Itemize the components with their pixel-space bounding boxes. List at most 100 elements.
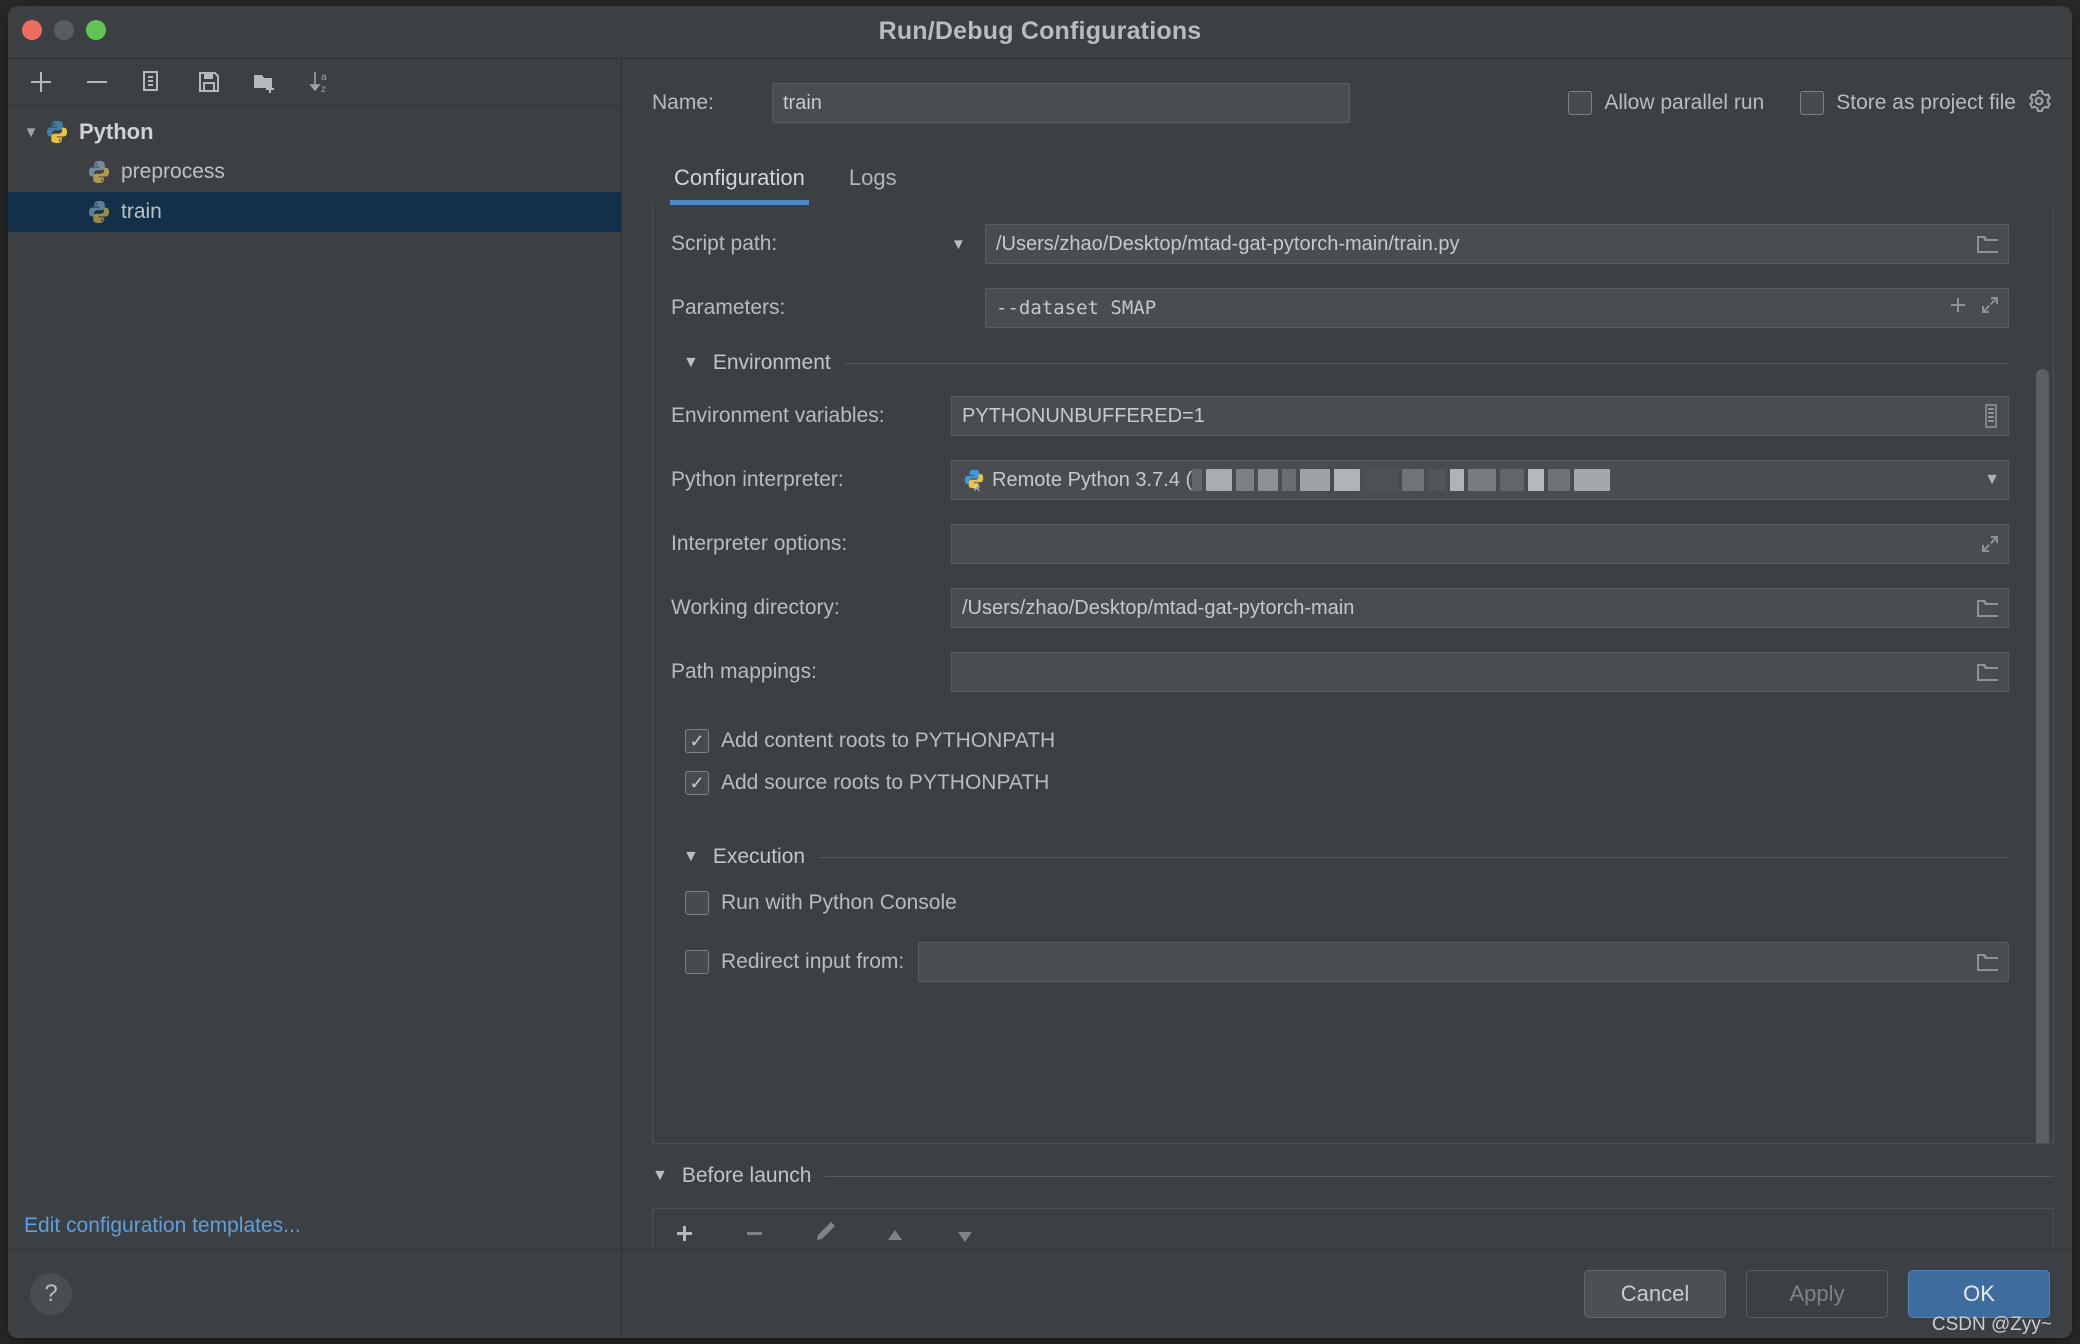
- checkbox-box: [685, 729, 709, 753]
- allow-parallel-run-checkbox[interactable]: Allow parallel run: [1568, 91, 1764, 115]
- script-path-mode-dropdown[interactable]: ▼: [951, 236, 985, 253]
- ok-button[interactable]: OK: [1908, 1270, 2050, 1318]
- redirect-input-from-row: Redirect input from:: [685, 942, 2009, 982]
- before-launch-add-button[interactable]: [671, 1218, 699, 1249]
- interpreter-options-input[interactable]: [951, 524, 2009, 564]
- run-with-python-console-checkbox[interactable]: Run with Python Console: [685, 891, 957, 915]
- script-path-label: Script path:: [671, 232, 778, 255]
- tree-node-train[interactable]: train: [8, 192, 621, 232]
- redirect-input-from-label: Redirect input from:: [721, 950, 905, 973]
- apply-button[interactable]: Apply: [1746, 1270, 1888, 1318]
- save-configuration-button[interactable]: [192, 65, 226, 99]
- svg-text:R: R: [974, 483, 980, 492]
- configurations-panel: a z ▼ Python preprocess train Edit confi…: [8, 59, 622, 1338]
- section-divider: [844, 362, 2009, 364]
- parameters-input[interactable]: --dataset SMAP: [985, 288, 2009, 328]
- remote-python-icon: R: [964, 469, 984, 492]
- title-bar: Run/Debug Configurations: [8, 6, 2072, 59]
- environment-variables-row: Environment variables: PYTHONUNBUFFERED=…: [671, 395, 2009, 437]
- chevron-down-icon[interactable]: ▼: [18, 124, 44, 141]
- name-row: Name: train Allow parallel run Store as …: [622, 59, 2072, 147]
- sort-az-button[interactable]: a z: [304, 65, 338, 99]
- working-directory-label: Working directory:: [671, 596, 840, 619]
- add-configuration-button[interactable]: [24, 65, 58, 99]
- before-launch-toolbar: [652, 1208, 2054, 1249]
- edit-environment-variables-icon[interactable]: [1982, 404, 2000, 428]
- edit-configuration-templates-link[interactable]: Edit configuration templates...: [8, 1203, 621, 1249]
- path-mappings-row: Path mappings:: [671, 651, 2009, 693]
- chevron-down-icon[interactable]: ▼: [683, 848, 699, 866]
- configuration-scrollbar[interactable]: [2033, 355, 2051, 1143]
- python-icon: [47, 121, 67, 143]
- before-launch-header[interactable]: ▼ Before launch: [652, 1164, 2054, 1188]
- checkbox-box: [685, 891, 709, 915]
- python-interpreter-dropdown[interactable]: R Remote Python 3.7.4 (▼: [951, 460, 2009, 500]
- checkbox-box: [685, 771, 709, 795]
- redirect-input-from-input[interactable]: [918, 942, 2009, 982]
- browse-folder-icon[interactable]: [1976, 951, 2000, 973]
- path-mappings-input[interactable]: [951, 652, 2009, 692]
- section-divider: [825, 1175, 2054, 1177]
- before-launch-edit-button[interactable]: [811, 1218, 839, 1249]
- before-launch-title: Before launch: [681, 1164, 812, 1187]
- parameters-value: --dataset SMAP: [996, 297, 1157, 319]
- browse-folder-icon[interactable]: [1976, 233, 2000, 255]
- tree-node-label: train: [121, 200, 162, 223]
- parameters-label: Parameters:: [671, 296, 786, 319]
- add-source-roots-row: Add source roots to PYTHONPATH: [685, 771, 2009, 795]
- configuration-scroll-area: Script path: ▼ /Users/zhao/Desktop/mtad-…: [652, 205, 2054, 1144]
- browse-folder-icon[interactable]: [1976, 597, 2000, 619]
- tab-logs[interactable]: Logs: [827, 165, 919, 205]
- name-label: Name:: [652, 91, 714, 114]
- tab-configuration[interactable]: Configuration: [652, 165, 827, 205]
- scrollbar-thumb[interactable]: [2036, 369, 2049, 1143]
- browse-folder-icon[interactable]: [1976, 661, 2000, 683]
- expand-editor-icon[interactable]: [1980, 534, 2000, 554]
- interpreter-options-label: Interpreter options:: [671, 532, 848, 555]
- chevron-down-icon[interactable]: ▼: [652, 1167, 668, 1185]
- before-launch-move-up-button[interactable]: [881, 1218, 909, 1249]
- window-title: Run/Debug Configurations: [878, 17, 1202, 45]
- configurations-tree: ▼ Python preprocess train: [8, 106, 621, 1203]
- environment-section-header[interactable]: ▼ Environment: [683, 351, 2009, 375]
- insert-macro-icon[interactable]: [1948, 295, 1968, 321]
- copy-configuration-button[interactable]: [136, 65, 170, 99]
- execution-section-title: Execution: [712, 845, 806, 868]
- cancel-button[interactable]: Cancel: [1584, 1270, 1726, 1318]
- gear-icon[interactable]: [2026, 88, 2052, 119]
- working-directory-input[interactable]: /Users/zhao/Desktop/mtad-gat-pytorch-mai…: [951, 588, 2009, 628]
- expand-editor-icon[interactable]: [1980, 295, 2000, 321]
- new-folder-button[interactable]: [248, 65, 282, 99]
- chevron-down-icon[interactable]: ▼: [683, 354, 699, 372]
- name-input[interactable]: train: [772, 83, 1350, 123]
- help-bar: ?: [8, 1249, 621, 1338]
- execution-section-header[interactable]: ▼ Execution: [683, 845, 2009, 869]
- help-button[interactable]: ?: [30, 1273, 72, 1315]
- configurations-toolbar: a z: [8, 59, 621, 106]
- before-launch-move-down-button[interactable]: [951, 1218, 979, 1249]
- store-as-project-file-checkbox[interactable]: Store as project file: [1800, 91, 2016, 115]
- before-launch-section: ▼ Before launch: [652, 1144, 2054, 1249]
- remove-configuration-button[interactable]: [80, 65, 114, 99]
- add-source-roots-label: Add source roots to PYTHONPATH: [721, 771, 1050, 794]
- checkbox-box: [1800, 91, 1825, 115]
- environment-variables-input[interactable]: PYTHONUNBUFFERED=1: [951, 396, 2009, 436]
- add-content-roots-row: Add content roots to PYTHONPATH: [685, 729, 2009, 753]
- script-path-input[interactable]: /Users/zhao/Desktop/mtad-gat-pytorch-mai…: [985, 224, 2009, 264]
- dialog-body: a z ▼ Python preprocess train Edit confi…: [8, 59, 2072, 1338]
- before-launch-remove-button[interactable]: [741, 1218, 769, 1249]
- chevron-down-icon[interactable]: ▼: [1984, 471, 2000, 489]
- tree-node-python[interactable]: ▼ Python: [8, 112, 621, 152]
- python-interpreter-value: Remote Python 3.7.4 (: [992, 468, 1193, 491]
- path-mappings-label: Path mappings:: [671, 660, 817, 683]
- tree-node-preprocess[interactable]: preprocess: [8, 152, 621, 192]
- python-interpreter-label: Python interpreter:: [671, 468, 844, 491]
- add-content-roots-checkbox[interactable]: Add content roots to PYTHONPATH: [685, 729, 1055, 753]
- dialog-footer: Cancel Apply OK CSDN @Zyy~: [622, 1249, 2072, 1338]
- environment-section-title: Environment: [712, 351, 831, 374]
- checkbox-box: [1568, 91, 1593, 115]
- redirect-input-from-checkbox[interactable]: Redirect input from:: [685, 950, 904, 974]
- add-source-roots-checkbox[interactable]: Add source roots to PYTHONPATH: [685, 771, 1049, 795]
- editor-tabs: Configuration Logs: [622, 147, 2072, 205]
- run-with-python-console-row: Run with Python Console: [685, 891, 2009, 920]
